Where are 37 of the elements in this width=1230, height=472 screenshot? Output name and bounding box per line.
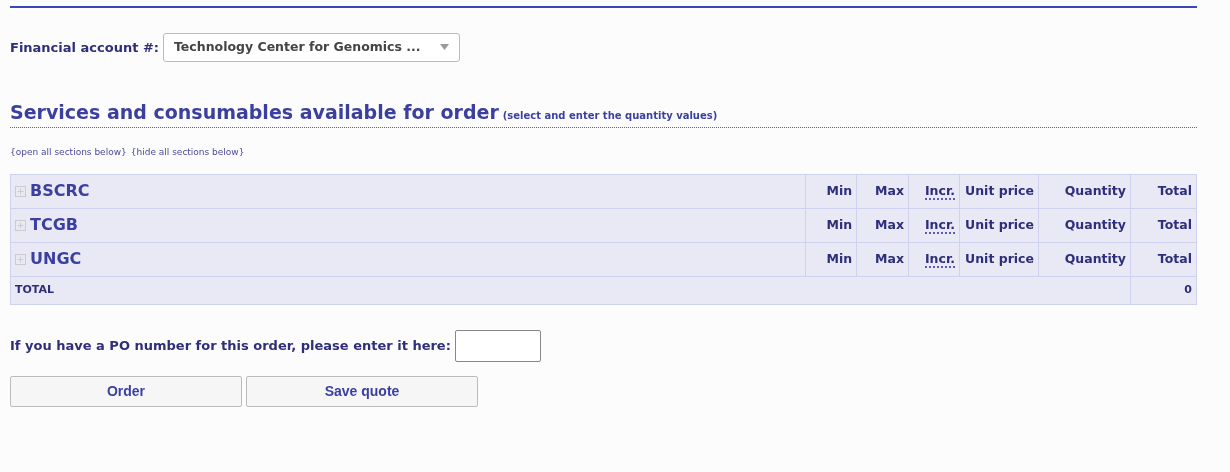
section-toggle[interactable]: TCGB [15,213,78,237]
po-number-field[interactable] [454,329,541,362]
column-header: Incr. [924,216,956,234]
column-header: Max [875,250,905,266]
column-header: Total [1157,216,1192,232]
column-header: Quantity [1064,182,1126,198]
column-header: Min [826,250,853,266]
heading-hint: (select and enter the quantity values) [502,108,718,123]
plus-icon [15,185,26,197]
field-label: If you have a PO number for this order, please enter it here: [10,337,451,355]
column-header: Quantity [1064,250,1126,266]
plus-icon [15,253,26,265]
account-dropdown[interactable]: Technology Center for Genomics ... [163,33,460,62]
plus-icon [15,219,26,231]
toggle-link[interactable]: {hide all sections below} [130,146,245,160]
field-label: Financial account #: [10,38,159,57]
action-button[interactable]: Save quote [246,375,478,407]
action-button[interactable]: Order [10,375,242,407]
column-header: Max [875,182,905,198]
column-header: Total [1157,250,1192,266]
column-header: Incr. [924,250,956,268]
column-header: Unit price [965,182,1034,198]
caret-icon [440,44,449,51]
section-toggle[interactable]: BSCRC [15,179,90,203]
total-value: 0 [1184,283,1192,296]
total-label: TOTAL [15,283,55,296]
column-header: Incr. [924,182,956,200]
column-header: Unit price [965,216,1034,232]
section-toggle[interactable]: UNGC [15,247,82,271]
column-header: Total [1157,182,1192,198]
column-header: Unit price [965,250,1034,266]
toggle-link[interactable]: {open all sections below} [10,146,127,160]
section-heading: Services and consumables available for order [10,99,499,125]
column-header: Quantity [1064,216,1126,232]
column-header: Max [875,216,905,232]
column-header: Min [826,216,853,232]
column-header: Min [826,182,853,198]
